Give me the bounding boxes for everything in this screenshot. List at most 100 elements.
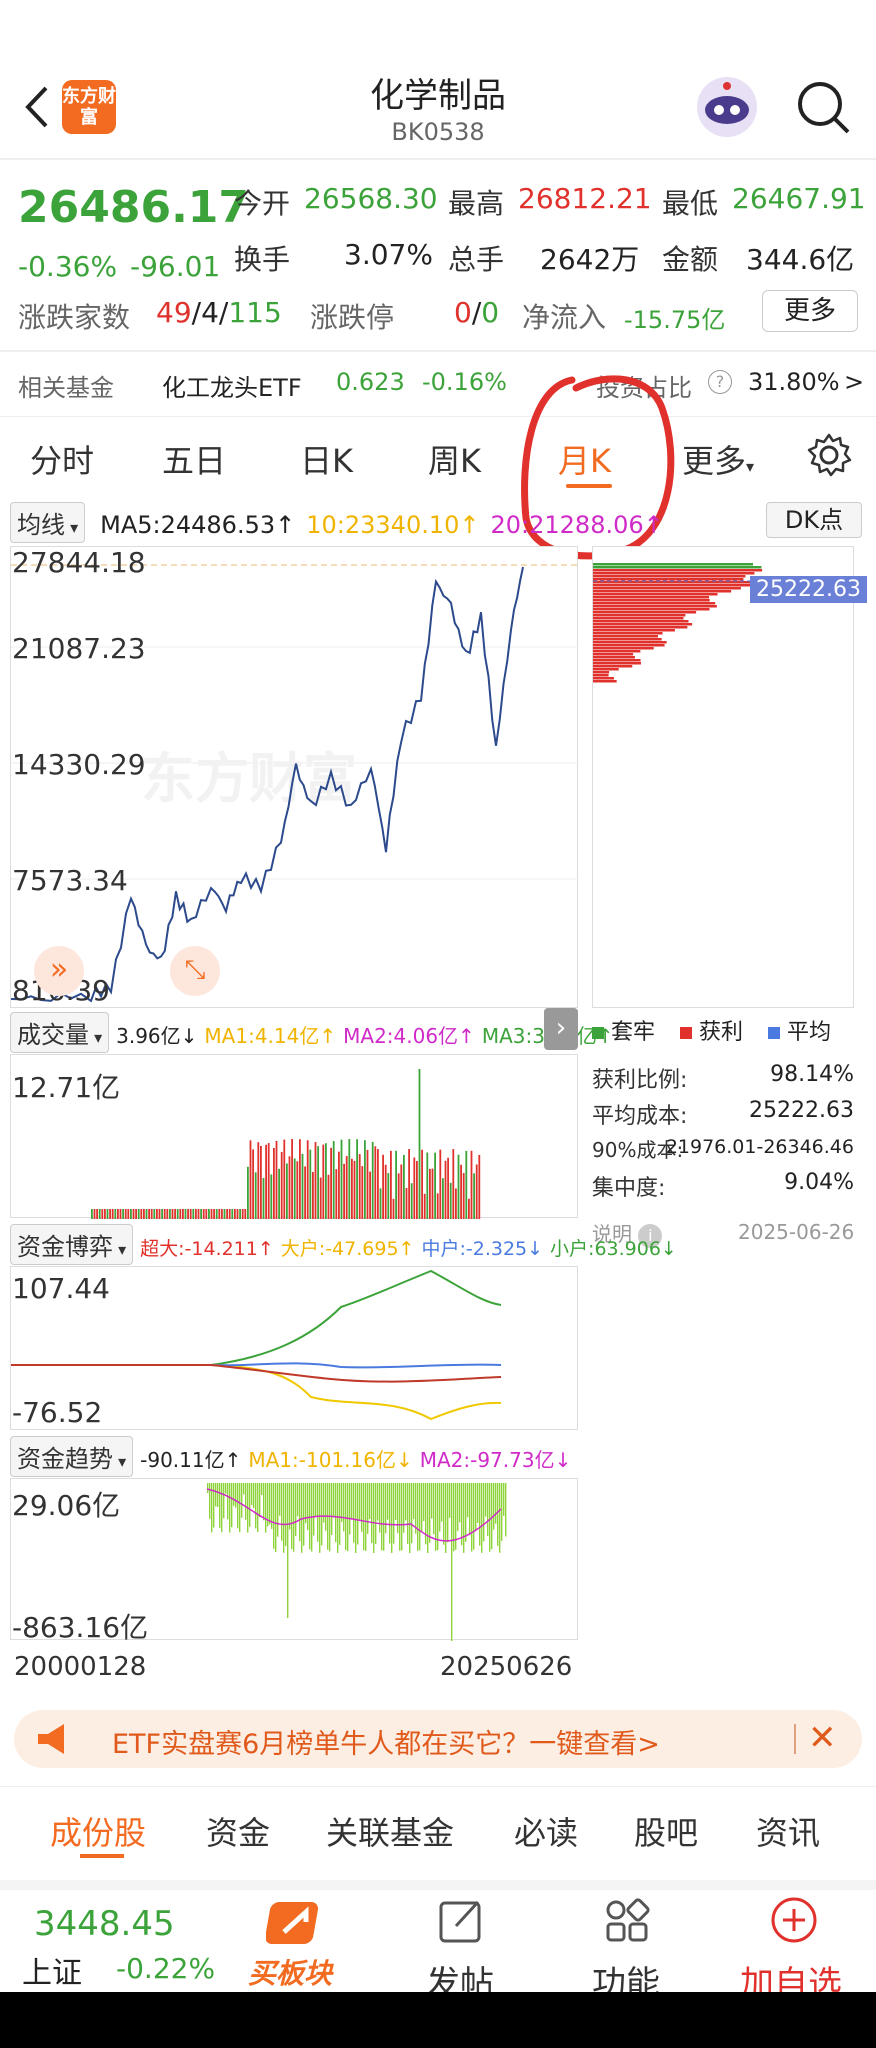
trend-bar [481,1483,483,1553]
amount-value: 344.6亿 [746,243,855,276]
tab-five-day[interactable]: 五日 [162,436,226,482]
volume-bar [169,1209,171,1219]
trend-bar [301,1483,303,1553]
volume-bar [291,1139,293,1219]
volume-selector[interactable]: 成交量 [10,1012,110,1053]
volume-bar [184,1209,187,1219]
trend-bar [391,1483,393,1553]
functions-icon[interactable] [604,1898,650,1944]
game-axis-top: 107.44 [12,1272,110,1305]
trend-bar [303,1483,305,1546]
volume-bar [371,1141,374,1219]
tab-forum[interactable]: 股吧 [634,1808,698,1854]
fund-label: 相关基金 [18,374,114,402]
banner-text[interactable]: ETF实盘赛6月榜单牛人都在买它？一键查看> [112,1722,660,1761]
buy-sector-label[interactable]: 买板块 [248,1952,332,1992]
chip-bar [593,584,760,587]
trend-bar [259,1483,261,1518]
chip-bar [593,674,609,677]
chip-bar [593,596,710,599]
trend-bar [355,1483,357,1553]
promo-banner[interactable]: ETF实盘赛6月榜单牛人都在买它？一键查看> ✕ [14,1710,862,1768]
settings-gear-icon[interactable] [806,432,852,478]
volume-label: 总手 [448,243,505,276]
trend-bar [285,1483,287,1547]
trend-bar [385,1483,387,1534]
trend-bar [359,1483,361,1522]
volume-bar [195,1209,197,1219]
tab-constituents[interactable]: 成份股 [50,1808,146,1854]
collapse-arrow-icon[interactable]: › [544,1008,578,1050]
volume-bar [473,1173,475,1219]
trend-bar [253,1483,255,1509]
chip-bar [593,671,610,674]
volume-bar [395,1150,397,1219]
index-name[interactable]: 上证 [22,1948,82,1992]
chip-bar [593,578,744,581]
trend-bar [407,1483,409,1544]
trend-bar [443,1483,445,1545]
volume-bar [405,1188,408,1219]
volume-bar [457,1154,460,1219]
fullscreen-icon[interactable]: ⤡ [170,946,220,996]
trend-bar [273,1483,275,1549]
trend-bar [497,1483,499,1546]
buy-sector-icon[interactable] [265,1898,326,1948]
volume-bar [176,1209,179,1219]
limit-counts: 0/0 [454,296,500,329]
volume-bar [286,1163,288,1219]
robot-avatar-icon[interactable] [694,74,760,140]
close-banner-icon[interactable]: ✕ [808,1718,837,1758]
trend-bar [493,1483,495,1530]
volume-bar [145,1209,148,1219]
volume-bar [210,1209,213,1219]
trend-bar [453,1483,455,1552]
fund-trend-selector[interactable]: 资金趋势 [10,1436,134,1477]
chip-current-price: 25222.63 [750,576,867,603]
volume-bar [356,1139,358,1219]
trend-bar [345,1483,347,1550]
volume-bar [345,1156,348,1219]
chip-bar [593,575,746,578]
limit-label: 涨跌停 [310,301,395,334]
tab-intraday[interactable]: 分时 [30,436,94,482]
chip-bar [593,659,641,662]
volume-bar [364,1140,366,1219]
fund-game-selector[interactable]: 资金博弈 [10,1224,134,1265]
trend-bar [309,1483,311,1550]
trend-bar [421,1483,423,1533]
volume-bar [366,1149,369,1219]
volume-bar [348,1139,351,1219]
trend-bar [383,1483,385,1551]
tab-related-funds[interactable]: 关联基金 [326,1808,454,1854]
tab-weekly-k[interactable]: 周K [428,436,481,482]
help-icon[interactable]: ? [708,370,732,394]
trend-bar [477,1483,479,1523]
tab-funds[interactable]: 资金 [206,1808,270,1854]
volume-bar [340,1139,343,1219]
tab-news[interactable]: 资讯 [756,1808,820,1854]
volume-bar [288,1156,291,1219]
ratio-arrow-icon[interactable]: > [844,368,864,396]
trend-bar [467,1483,469,1518]
index-value[interactable]: 3448.45 [34,1904,175,1944]
tab-daily-k[interactable]: 日K [300,436,353,482]
tab-more[interactable]: 更多▾ [682,436,754,482]
expand-left-icon[interactable]: » [34,946,84,996]
volume-bar [143,1209,145,1219]
volume-bar [358,1154,361,1219]
volume-bar [109,1209,111,1219]
post-icon[interactable] [438,1898,484,1944]
tab-must-read[interactable]: 必读 [514,1808,578,1854]
add-watchlist-icon[interactable] [770,1896,818,1944]
search-icon[interactable] [796,80,852,136]
volume-bar [187,1209,189,1219]
ma-selector[interactable]: 均线 [10,502,86,543]
trend-bar [245,1483,247,1520]
low-label: 最低 [662,187,719,220]
more-button[interactable]: 更多 [762,290,858,332]
trend-bar [465,1483,467,1542]
dk-point-button[interactable]: DK点 [766,502,862,538]
volume-bar [101,1209,104,1219]
fund-name[interactable]: 化工龙头ETF [162,368,302,403]
